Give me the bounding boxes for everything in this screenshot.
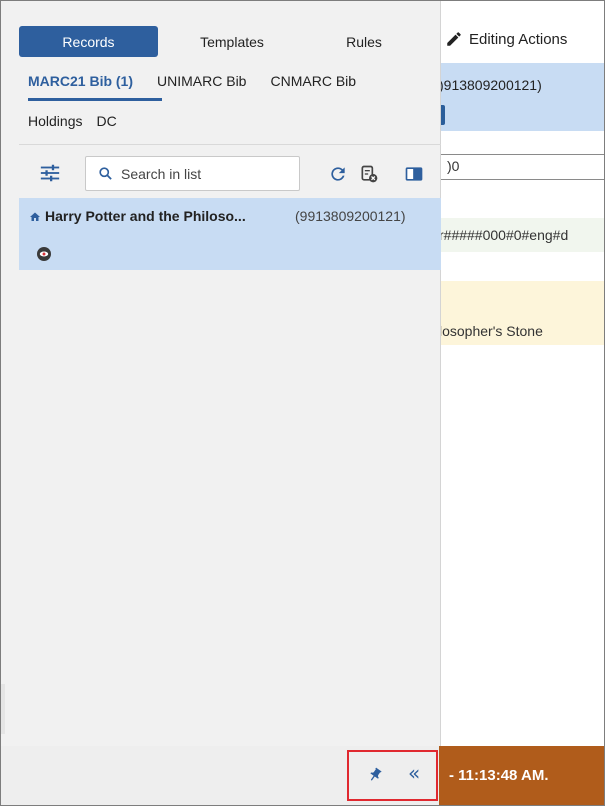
list-item[interactable]: Harry Potter and the Philoso... (9913809… [19,198,441,270]
tab-dc[interactable]: DC [96,113,116,129]
home-icon [30,212,40,221]
split-view-icon[interactable] [404,164,424,184]
pin-icon[interactable] [367,767,383,783]
panel-tabs: Records Templates Rules [19,26,422,57]
leader-field[interactable]: )0 [439,154,604,180]
refresh-icon[interactable] [328,164,348,184]
active-tab-underline [28,98,162,101]
preview-eye-icon[interactable] [37,247,51,261]
pencil-icon [447,32,461,46]
tab-unimarc-bib[interactable]: UNIMARC Bib [157,73,246,89]
record-id: (9913809200121) [295,208,406,224]
record-type-tabs: MARC21 Bib (1) UNIMARC Bib CNMARC Bib [28,73,380,89]
search-box[interactable] [85,156,300,191]
scroll-edge [1,684,5,734]
records-panel: Records Templates Rules MARC21 Bib (1) U… [1,1,441,746]
tab-holdings[interactable]: Holdings [28,113,82,129]
record-type-tabs-row2: Holdings DC [28,113,131,129]
record-title[interactable]: Harry Potter and the Philoso... [45,208,246,224]
clear-list-icon[interactable] [359,164,379,184]
tab-rules[interactable]: Rules [306,26,422,57]
control-field-008: r#####000#0#eng#d [439,218,604,252]
search-icon [99,167,112,180]
filter-icon[interactable] [39,162,61,184]
highlight-box [347,750,438,801]
editing-actions-button[interactable]: Editing Actions [445,30,567,48]
record-header-id: )913809200121) [439,77,542,93]
divider [19,144,441,145]
tab-records[interactable]: Records [19,26,158,57]
status-time: - 11:13:48 AM. [449,767,549,784]
collapse-icon[interactable]: « [408,761,420,785]
record-header-band [439,63,604,131]
title-field-text: losopher's Stone [439,323,543,339]
search-input[interactable] [121,165,281,182]
tab-marc21-bib[interactable]: MARC21 Bib (1) [28,73,133,89]
tab-cnmarc-bib[interactable]: CNMARC Bib [270,73,356,89]
app-frame: Editing Actions )913809200121) )0 r#####… [0,0,605,806]
tab-templates[interactable]: Templates [158,26,306,57]
editing-actions-label: Editing Actions [469,30,568,48]
